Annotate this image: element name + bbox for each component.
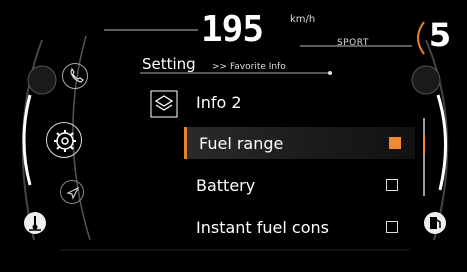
- phone-icon[interactable]: [62, 63, 88, 89]
- breadcrumb: >> Favorite Info: [212, 62, 286, 72]
- menu-item-label: Instant fuel cons: [196, 218, 329, 237]
- menu-item-battery[interactable]: Battery: [184, 169, 412, 201]
- menu-item-label: Fuel range: [199, 134, 284, 153]
- menu-item-label: Battery: [196, 176, 256, 195]
- fuel-pump-icon: [424, 212, 446, 234]
- checkbox-instant-fuel-cons[interactable]: [386, 221, 398, 233]
- speed-readout: 195: [201, 9, 264, 50]
- speed-unit: km/h: [290, 14, 316, 25]
- menu-item-fuel-range[interactable]: Fuel range: [184, 127, 415, 159]
- ride-mode: SPORT: [337, 38, 369, 48]
- menu-title: Setting: [142, 55, 196, 73]
- section-title: Info 2: [196, 93, 242, 112]
- navigation-arrow-icon[interactable]: [60, 180, 84, 204]
- coolant-temperature-icon: [24, 212, 46, 234]
- menu-item-instant-fuel-cons[interactable]: Instant fuel cons: [184, 211, 412, 243]
- gear-indicator: 5: [428, 16, 452, 54]
- checkbox-fuel-range[interactable]: [389, 137, 401, 149]
- checkbox-battery[interactable]: [386, 179, 398, 191]
- settings-gear-icon[interactable]: [46, 122, 82, 158]
- layers-icon: [150, 90, 178, 118]
